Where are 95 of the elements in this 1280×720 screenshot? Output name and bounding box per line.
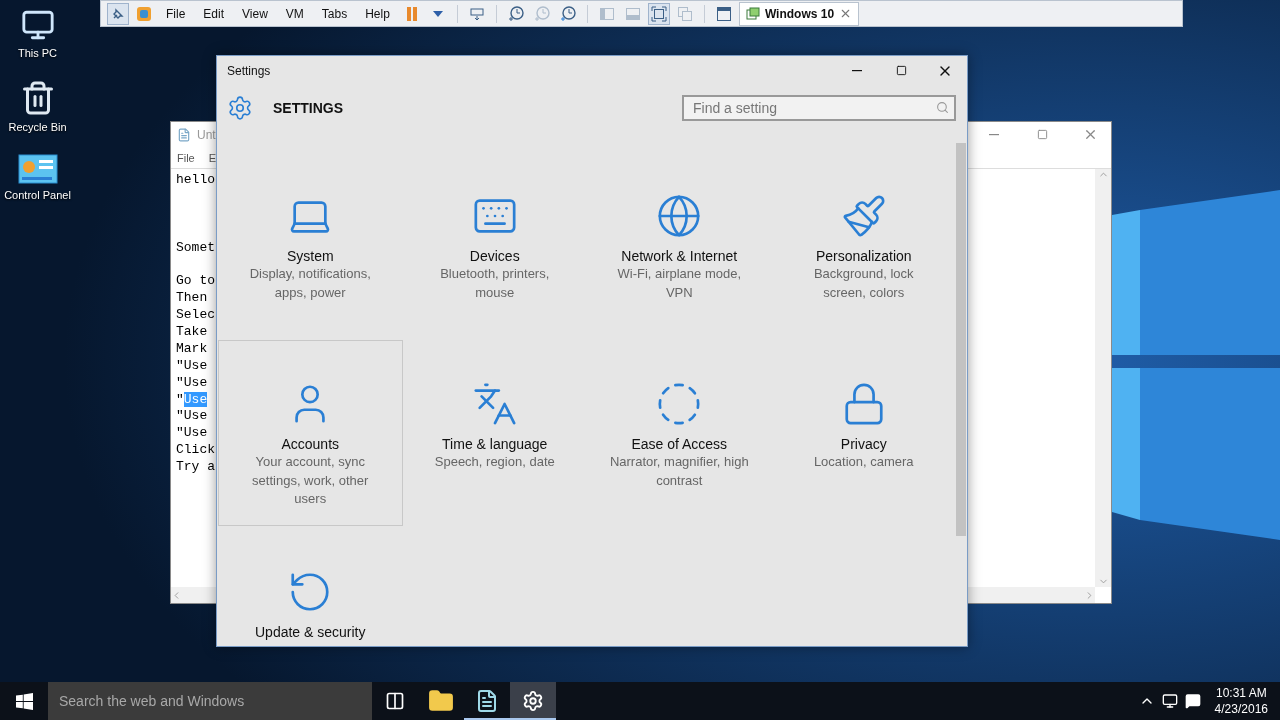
minimize-icon xyxy=(852,69,862,72)
text-line: Take xyxy=(176,324,208,341)
settings-tile[interactable]: Update & security xyxy=(218,528,403,646)
menu-item[interactable]: E xyxy=(208,151,217,164)
tile-title: Ease of Access xyxy=(631,436,728,452)
menu-item[interactable]: Edit xyxy=(196,6,232,21)
settings-tile[interactable]: Privacy Location, camera xyxy=(771,340,956,526)
console-icon xyxy=(715,5,732,22)
clock-icon xyxy=(558,4,577,23)
window-title: Unt xyxy=(197,127,216,142)
scrollbar-thumb[interactable] xyxy=(956,143,966,536)
keyboard-icon xyxy=(468,5,485,22)
menu-item[interactable]: Tabs xyxy=(314,6,355,21)
text-line: Somet xyxy=(176,239,215,257)
text-line: hello xyxy=(176,172,215,189)
clock-icon xyxy=(506,4,525,23)
caret-icon xyxy=(432,10,443,17)
tile-description: Narrator, magnifier, high contrast xyxy=(608,453,750,490)
pin-icon xyxy=(111,6,125,21)
page-heading: SETTINGS xyxy=(273,100,344,116)
tile-title: Personalization xyxy=(815,248,912,264)
clock-time: 10:31 AM xyxy=(1215,685,1267,701)
desktop-icon-label[interactable]: Recycle Bin xyxy=(2,120,73,134)
tile-description: Speech, region, date xyxy=(433,453,556,471)
text-line: "Use xyxy=(176,374,208,392)
clock-date: 4/23/2016 xyxy=(1214,701,1268,717)
maximize-icon xyxy=(895,65,907,76)
text-line: Try a xyxy=(176,459,215,477)
notification-icon[interactable] xyxy=(1185,693,1202,709)
settings-tile[interactable]: Personalization Background, lock screen, colors xyxy=(771,152,956,338)
tile-title: Devices xyxy=(469,248,520,264)
folder-icon xyxy=(428,688,454,714)
tile-title: Accounts xyxy=(281,436,340,452)
text-line: "Use xyxy=(176,391,208,409)
settings-tile[interactable]: Network & Internet Wi-Fi, airplane mode, VPN xyxy=(587,152,772,338)
pause-icon xyxy=(404,5,419,22)
panel-icon xyxy=(624,5,641,22)
search-icon[interactable] xyxy=(936,101,949,114)
gear-icon xyxy=(227,95,253,121)
vm-logo-icon xyxy=(136,5,152,22)
tile-title: Update & security xyxy=(255,624,366,640)
notepad-icon xyxy=(177,127,191,142)
settings-tile[interactable]: Ease of Access Narrator, magnifier, high contrast xyxy=(587,340,772,526)
monitor-icon[interactable] xyxy=(20,8,55,42)
settings-tile[interactable]: Accounts Your account, sync settings, work, other users xyxy=(218,340,403,526)
task-view-icon xyxy=(385,691,405,711)
text-line: Mark xyxy=(176,340,208,358)
menu-item[interactable]: File xyxy=(159,6,193,21)
toolbar-button[interactable] xyxy=(107,2,129,25)
tile-title: System xyxy=(286,248,334,264)
tile-title: Privacy xyxy=(840,436,887,452)
tile-description: Your account, sync settings, work, other users xyxy=(251,453,370,508)
tab-title: Windows 10 xyxy=(764,6,835,21)
tile-description: Background, lock screen, colors xyxy=(812,265,915,302)
settings-tile[interactable]: Time & language Speech, region, date xyxy=(402,340,587,526)
taskbar-search-field[interactable]: Search the web and Windows xyxy=(48,682,372,720)
windows-logo-icon xyxy=(15,692,33,710)
window-title: Settings xyxy=(227,63,272,78)
control-panel-icon[interactable] xyxy=(17,154,58,184)
tile-description: Display, notifications, apps, power xyxy=(248,265,372,302)
tile-description: Wi-Fi, airplane mode, VPN xyxy=(616,265,742,302)
text-line: "Use xyxy=(176,357,208,375)
toolbar-button[interactable] xyxy=(647,2,670,25)
desktop-icon-label[interactable]: This PC xyxy=(2,46,73,60)
desktop-icon-label[interactable]: Control Panel xyxy=(2,188,73,202)
text-line: "Use xyxy=(176,425,208,443)
maximize-icon xyxy=(1036,129,1048,140)
clock-icon xyxy=(532,4,551,23)
settings-tile[interactable]: System Display, notifications, apps, power xyxy=(218,152,403,338)
gear-icon xyxy=(522,690,544,712)
text-line: Selec xyxy=(176,307,215,324)
menu-item[interactable]: Help xyxy=(358,6,397,21)
search-field[interactable]: Find a setting xyxy=(682,95,956,121)
settings-tile[interactable]: Devices Bluetooth, printers, mouse xyxy=(402,152,587,338)
clock[interactable]: 10:31 AM 4/23/2016 xyxy=(1204,682,1280,720)
tile-description: Bluetooth, printers, mouse xyxy=(439,265,551,302)
fullscreen-icon xyxy=(650,5,667,22)
menu-item[interactable]: File xyxy=(177,151,195,164)
minimize-icon xyxy=(989,133,999,136)
text-line: Then xyxy=(176,290,208,308)
vm-tab[interactable]: Windows 10 xyxy=(738,1,860,26)
text-line: Go to xyxy=(176,273,215,291)
sidebar-icon xyxy=(598,5,615,22)
network-icon[interactable] xyxy=(1162,693,1179,709)
tile-description: Location, camera xyxy=(812,453,915,471)
tile-title: Time & language xyxy=(442,436,548,452)
taskbar-button[interactable] xyxy=(510,682,556,720)
menu-item[interactable]: View xyxy=(235,6,275,21)
tile-title: Network & Internet xyxy=(621,248,738,264)
vm-icon xyxy=(745,6,760,21)
notepad-icon xyxy=(475,689,499,713)
text-line: Click xyxy=(176,442,215,460)
text-line: "Use xyxy=(176,408,208,426)
menu-item[interactable]: VM xyxy=(278,6,311,21)
windows-icon xyxy=(676,5,693,22)
